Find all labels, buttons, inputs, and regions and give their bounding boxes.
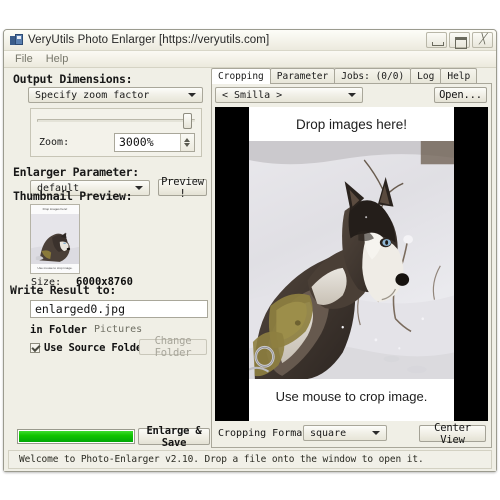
image-sheet: Drop images here! Use mouse to crop imag… [249, 107, 454, 421]
application-window: VeryUtils Photo Enlarger [https://veryut… [3, 29, 497, 472]
spinner-up-icon[interactable] [184, 138, 190, 142]
cropping-tab-panel: < Smilla > Open... Drop images here! Use… [211, 84, 492, 448]
use-source-folder-checkbox[interactable]: Use Source Folder [30, 342, 148, 354]
thumbnail-preview-heading: Thumbnail Preview: [13, 189, 133, 203]
minimize-button[interactable] [426, 32, 447, 48]
maximize-button[interactable] [449, 32, 470, 49]
open-button[interactable]: Open... [434, 87, 487, 103]
zoom-input[interactable]: 3000% [115, 134, 180, 151]
output-filename-input[interactable]: enlarged0.jpg [30, 300, 208, 318]
tab-strip: Cropping Parameter Jobs: (0/0) Log Help [211, 68, 492, 84]
zoom-factor-group: Zoom: 3000% [30, 108, 202, 157]
close-button[interactable]: ╳ [472, 32, 493, 48]
chevron-down-icon [372, 431, 380, 435]
use-source-folder-label: Use Source Folder [44, 342, 149, 354]
husky-dog-in-snow-photo [31, 214, 79, 264]
menu-item-help[interactable]: Help [41, 52, 77, 67]
window-body: Output Dimensions: Specify zoom factor Z… [4, 68, 496, 471]
progress-bar [17, 429, 135, 444]
center-view-button[interactable]: Center View [419, 422, 486, 446]
checkbox-check-icon [30, 343, 40, 353]
spinner-down-icon[interactable] [184, 143, 190, 147]
tab-parameter[interactable]: Parameter [269, 68, 336, 83]
thumbnail-photo [31, 214, 79, 264]
zoom-value-stepper[interactable]: 3000% [114, 133, 195, 152]
menu-item-file[interactable]: File [10, 52, 41, 67]
cropping-format-select[interactable]: square [303, 425, 387, 441]
preview-panel: Cropping Parameter Jobs: (0/0) Log Help … [211, 68, 492, 448]
thumbnail-bottom-caption: Use mouse to crop image. [31, 264, 79, 273]
status-bar: Welcome to Photo-Enlarger v2.10. Drop a … [8, 450, 492, 469]
zoom-mode-value: Specify zoom factor [35, 89, 150, 101]
in-folder-label: in Folder [30, 324, 87, 336]
menu-bar: File Help [4, 51, 496, 68]
zoom-label: Zoom: [39, 137, 70, 148]
settings-panel: Output Dimensions: Specify zoom factor Z… [8, 69, 210, 469]
zoom-slider-handle[interactable] [183, 113, 192, 129]
preview-button[interactable]: Preview ! [158, 176, 207, 200]
tab-log[interactable]: Log [410, 68, 442, 83]
window-title: VeryUtils Photo Enlarger [https://veryut… [28, 34, 270, 46]
enlarge-and-save-button[interactable]: Enlarge & Save [138, 425, 210, 449]
file-select[interactable]: < Smilla > [215, 87, 363, 103]
tab-jobs[interactable]: Jobs: (0/0) [334, 68, 412, 83]
file-select-value: < Smilla > [222, 89, 283, 101]
chevron-down-icon [135, 186, 143, 190]
enlarger-parameter-heading: Enlarger Parameter: [13, 165, 139, 179]
husky-dog-in-snow-photo [249, 141, 454, 379]
zoom-mode-select[interactable]: Specify zoom factor [28, 87, 203, 103]
photo-area[interactable] [249, 141, 454, 379]
progress-bar-fill [19, 431, 133, 442]
chevron-down-icon [348, 93, 356, 97]
change-folder-button[interactable]: Change Folder [139, 335, 207, 359]
drop-images-hint: Drop images here! [249, 107, 454, 141]
output-dimensions-heading: Output Dimensions: [13, 72, 133, 86]
title-bar[interactable]: VeryUtils Photo Enlarger [https://veryut… [4, 30, 496, 51]
folder-name-value: Pictures [94, 324, 143, 335]
image-crop-canvas[interactable]: Drop images here! Use mouse to crop imag… [215, 107, 488, 421]
zoom-slider-track[interactable] [37, 119, 195, 122]
write-result-heading: Write Result to: [10, 283, 116, 297]
thumbnail-top-caption: Drop images here! [31, 205, 79, 214]
cropping-format-value: square [310, 427, 347, 439]
cropping-format-row: Cropping Format: square Center View [212, 422, 491, 446]
tab-cropping[interactable]: Cropping [211, 68, 271, 84]
crop-image-hint: Use mouse to crop image. [249, 379, 454, 421]
thumbnail-preview[interactable]: Drop images here! Use mouse to crop imag… [30, 204, 80, 274]
tab-help[interactable]: Help [440, 68, 478, 83]
photo-enlarger-app-icon [10, 34, 23, 46]
cropping-format-label: Cropping Format: [218, 428, 315, 439]
chevron-down-icon [188, 93, 196, 97]
zoom-spinner-buttons[interactable] [180, 134, 194, 151]
window-controls: ╳ [426, 32, 493, 49]
status-message: Welcome to Photo-Enlarger v2.10. Drop a … [19, 454, 424, 465]
